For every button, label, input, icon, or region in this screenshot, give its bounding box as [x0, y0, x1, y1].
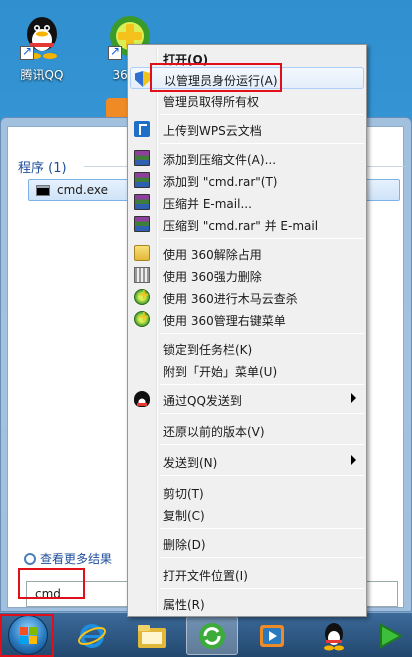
submenu-arrow-icon	[351, 455, 356, 465]
taskbar-explorer-button[interactable]	[126, 616, 178, 655]
menu-item-cut[interactable]: 剪切(T)	[130, 481, 364, 503]
menu-item-pin-start[interactable]: 附到「开始」菜单(U)	[130, 359, 364, 381]
menu-item-label: 附到「开始」菜单(U)	[163, 365, 278, 379]
taskbar-ie-button[interactable]	[66, 616, 118, 655]
qq-penguin-icon	[324, 622, 344, 650]
winrar-icon	[134, 150, 150, 166]
menu-separator	[160, 143, 364, 144]
menu-item-upload-wps[interactable]: 上传到WPS云文档	[130, 118, 364, 140]
taskbar-360-button[interactable]	[186, 616, 238, 655]
menu-item-label: 压缩到 "cmd.rar" 并 E-mail	[163, 219, 319, 233]
desktop-icon-qq[interactable]: 腾讯QQ	[6, 8, 78, 86]
taskbar-media-button[interactable]	[246, 616, 298, 655]
menu-item-label: 锁定到任务栏(K)	[163, 343, 253, 357]
see-more-label: 查看更多结果	[40, 552, 113, 566]
shredder-icon	[134, 267, 150, 283]
uac-shield-icon	[135, 71, 151, 87]
menu-item-label: 使用 360管理右键菜单	[163, 314, 286, 328]
menu-item-take-ownership[interactable]: 管理员取得所有权	[130, 89, 364, 111]
menu-item-send-to[interactable]: 发送到(N)	[130, 450, 364, 472]
menu-item-label: 添加到压缩文件(A)...	[163, 153, 277, 167]
menu-separator	[160, 528, 364, 529]
menu-separator	[160, 557, 364, 558]
submenu-arrow-icon	[351, 393, 356, 403]
menu-item-label: 管理员取得所有权	[163, 95, 260, 109]
menu-item-label: 打开文件位置(I)	[163, 569, 248, 583]
menu-separator	[160, 333, 364, 334]
menu-item-label: 还原以前的版本(V)	[163, 425, 265, 439]
shortcut-arrow-icon	[108, 44, 122, 60]
search-magnifier-icon	[24, 553, 36, 565]
menu-item-label: 使用 360进行木马云查杀	[163, 292, 298, 306]
internet-explorer-icon	[78, 623, 106, 648]
menu-item-compress-email[interactable]: 压缩并 E-mail...	[130, 191, 364, 213]
winrar-icon	[134, 194, 150, 210]
menu-item-copy[interactable]: 复制(C)	[130, 503, 364, 525]
taskbar-player-button[interactable]	[368, 616, 412, 655]
taskbar-qq-button[interactable]	[308, 616, 360, 655]
highlight-start-button	[0, 614, 54, 657]
menu-separator	[160, 114, 364, 115]
menu-item-pin-taskbar[interactable]: 锁定到任务栏(K)	[130, 337, 364, 359]
taskbar	[0, 612, 412, 657]
menu-item-360-manage-menu[interactable]: 使用 360管理右键菜单	[130, 308, 364, 330]
wps-cloud-icon	[134, 121, 150, 137]
winrar-icon	[134, 216, 150, 232]
menu-item-add-to-archive[interactable]: 添加到压缩文件(A)...	[130, 147, 364, 169]
menu-item-360-force-delete[interactable]: 使用 360强力删除	[130, 264, 364, 286]
360-refresh-icon	[199, 622, 225, 649]
desktop-icon-label: 腾讯QQ	[20, 68, 64, 82]
play-icon	[380, 622, 403, 649]
menu-item-properties[interactable]: 属性(R)	[130, 592, 364, 614]
program-item-label: cmd.exe	[57, 183, 109, 197]
shortcut-arrow-icon	[20, 44, 34, 60]
winrar-icon	[134, 172, 150, 188]
menu-item-delete[interactable]: 删除(D)	[130, 532, 364, 554]
see-more-results-link[interactable]: 查看更多结果	[24, 550, 112, 567]
menu-item-label: 上传到WPS云文档	[163, 124, 262, 138]
menu-item-360-unlock[interactable]: 使用 360解除占用	[130, 242, 364, 264]
menu-separator	[160, 384, 364, 385]
menu-item-label: 剪切(T)	[163, 487, 204, 501]
menu-item-label: 添加到 "cmd.rar"(T)	[163, 175, 278, 189]
360-icon	[134, 309, 150, 327]
menu-item-label: 通过QQ发送到	[163, 394, 242, 408]
menu-item-add-to-cmd-rar[interactable]: 添加到 "cmd.rar"(T)	[130, 169, 364, 191]
menu-item-label: 压缩并 E-mail...	[163, 197, 252, 211]
qq-penguin-icon	[18, 12, 66, 60]
media-player-icon	[260, 624, 284, 647]
programs-group-header: 程序 (1)	[18, 161, 67, 176]
menu-item-label: 发送到(N)	[163, 456, 218, 470]
360-icon	[134, 287, 150, 305]
menu-separator	[160, 444, 364, 445]
highlight-run-as-admin	[150, 63, 282, 92]
menu-separator	[160, 475, 364, 476]
context-menu: 打开(O) 以管理员身份运行(A) 管理员取得所有权 上传到WPS云文档 添加到…	[127, 44, 367, 617]
menu-item-open-file-location[interactable]: 打开文件位置(I)	[130, 563, 364, 585]
qq-penguin-icon	[134, 391, 150, 407]
menu-item-send-via-qq[interactable]: 通过QQ发送到	[130, 388, 364, 410]
menu-separator	[160, 413, 364, 414]
menu-item-label: 使用 360强力删除	[163, 270, 262, 284]
menu-item-label: 复制(C)	[163, 509, 205, 523]
menu-separator	[160, 588, 364, 589]
cmd-console-icon	[36, 185, 50, 196]
menu-item-360-cloud-scan[interactable]: 使用 360进行木马云查杀	[130, 286, 364, 308]
menu-item-compress-cmd-rar-email[interactable]: 压缩到 "cmd.rar" 并 E-mail	[130, 213, 364, 235]
folder-icon	[138, 624, 166, 648]
menu-item-label: 使用 360解除占用	[163, 248, 262, 262]
unlock-folder-icon	[134, 245, 150, 261]
menu-item-label: 删除(D)	[163, 538, 206, 552]
menu-item-label: 属性(R)	[163, 598, 205, 612]
menu-item-restore-previous[interactable]: 还原以前的版本(V)	[130, 419, 364, 441]
menu-separator	[160, 238, 364, 239]
highlight-search-box	[18, 568, 85, 599]
